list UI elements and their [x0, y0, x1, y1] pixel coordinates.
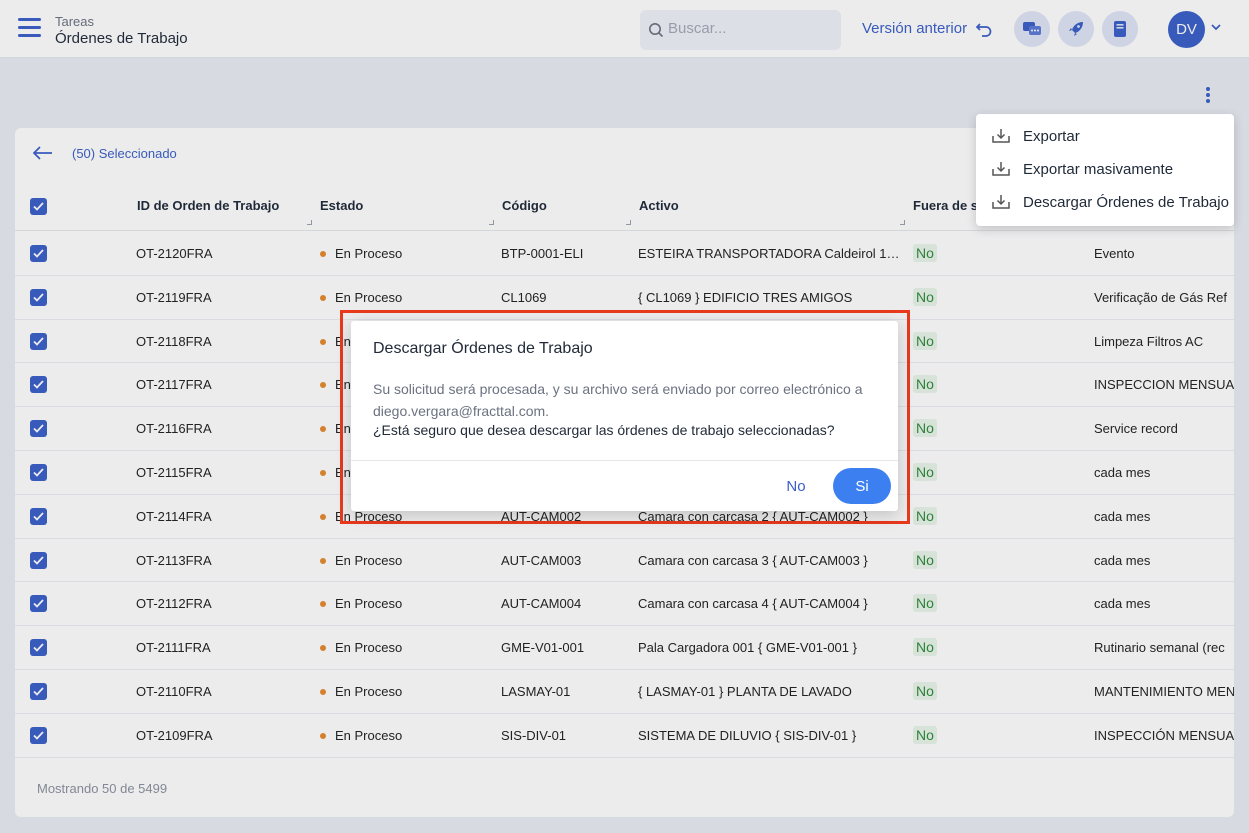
- dialog-divider: [351, 460, 898, 461]
- menu-item-label: Exportar masivamente: [1023, 161, 1174, 178]
- download-confirm-dialog: Descargar Órdenes de Trabajo Su solicitu…: [351, 321, 898, 511]
- download-icon: [992, 195, 1010, 209]
- menu-item-label: Exportar: [1023, 128, 1080, 145]
- dialog-question: ¿Está seguro que desea descargar las órd…: [373, 422, 835, 438]
- dialog-title: Descargar Órdenes de Trabajo: [373, 340, 593, 357]
- dialog-message: Su solicitud será procesada, y su archiv…: [373, 381, 863, 419]
- menu-item-download-work-orders[interactable]: Descargar Órdenes de Trabajo: [976, 186, 1234, 219]
- yes-button[interactable]: Si: [833, 468, 891, 504]
- export-menu: Exportar Exportar masivamente Descargar …: [976, 114, 1234, 226]
- menu-item-export[interactable]: Exportar: [976, 120, 1234, 153]
- no-button[interactable]: No: [772, 468, 820, 504]
- menu-item-label: Descargar Órdenes de Trabajo: [1023, 194, 1229, 211]
- menu-item-bulk-export[interactable]: Exportar masivamente: [976, 153, 1234, 186]
- download-icon: [992, 162, 1010, 176]
- download-icon: [992, 129, 1010, 143]
